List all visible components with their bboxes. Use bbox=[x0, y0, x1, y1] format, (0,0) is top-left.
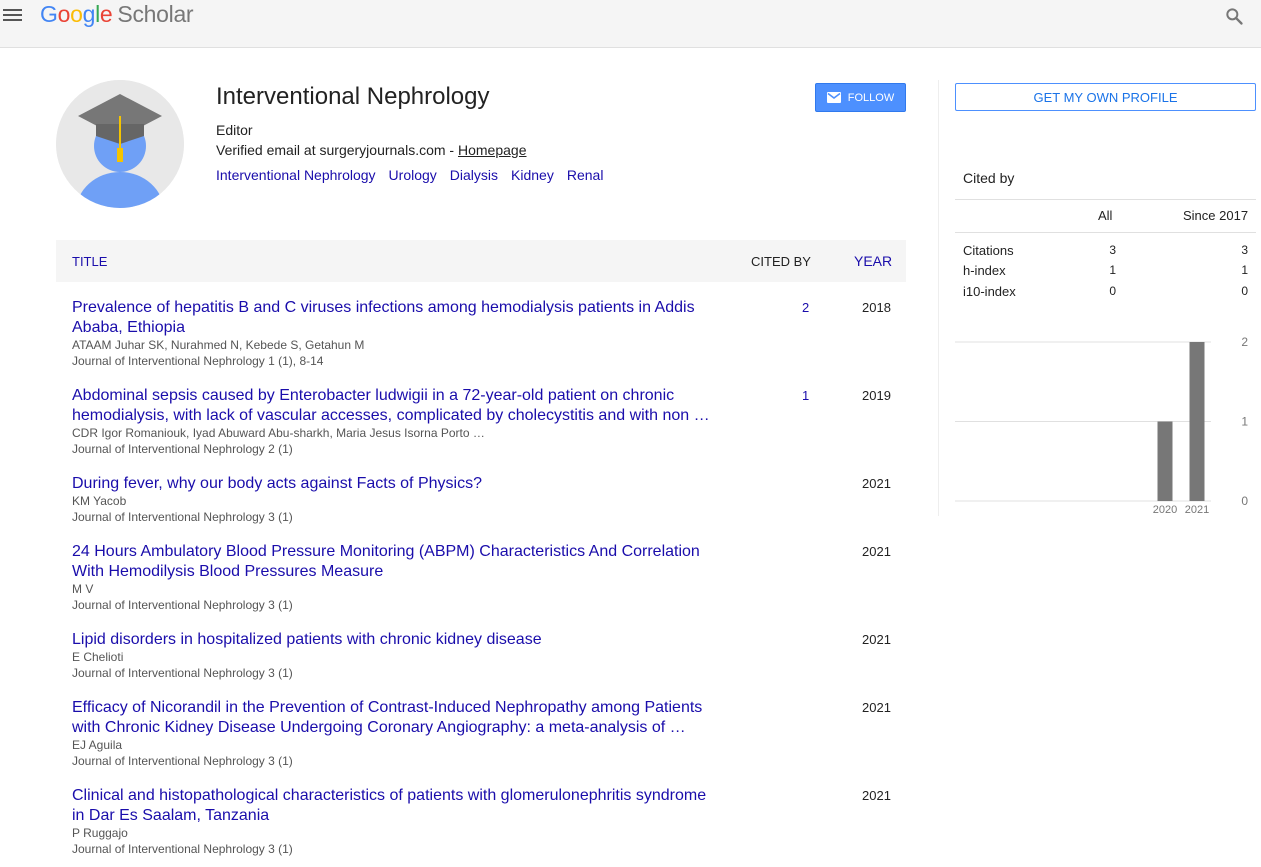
research-interests: Interventional Nephrology Urology Dialysis… bbox=[216, 167, 616, 183]
google-scholar-logo[interactable]: Google Scholar bbox=[40, 1, 194, 28]
article-venue: Journal of Interventional Nephrology 2 (… bbox=[72, 442, 293, 456]
article-year: 2021 bbox=[862, 544, 891, 559]
graduate-avatar-icon bbox=[56, 80, 184, 208]
article-title-link[interactable]: Clinical and histopathological character… bbox=[72, 786, 722, 826]
chart-y-tick-label: 0 bbox=[1241, 494, 1248, 508]
verified-email-text: Verified email at surgeryjournals.com - bbox=[216, 142, 458, 158]
stat-label-i10-index[interactable]: i10-index bbox=[963, 284, 1016, 299]
sort-by-cited[interactable]: CITED BY bbox=[751, 254, 811, 269]
logo-letter: o bbox=[70, 1, 83, 27]
article-authors: CDR Igor Romaniouk, Iyad Abuward Abu-sha… bbox=[72, 426, 485, 440]
sort-by-title[interactable]: TITLE bbox=[72, 254, 107, 269]
article-title-link[interactable]: Prevalence of hepatitis B and C viruses … bbox=[72, 298, 722, 338]
chart-y-tick-label: 2 bbox=[1241, 335, 1248, 349]
stats-col-since: Since 2017 bbox=[1183, 208, 1249, 223]
follow-label: Follow bbox=[847, 91, 895, 104]
follow-button[interactable]: Follow bbox=[815, 83, 906, 112]
chart-x-tick-label: 2021 bbox=[1185, 504, 1209, 516]
stat-since-citations: 3 bbox=[1241, 243, 1248, 257]
article-authors: EJ Aguila bbox=[72, 738, 123, 752]
sort-by-year[interactable]: YEAR bbox=[854, 253, 892, 269]
article-authors: M V bbox=[72, 582, 94, 596]
article-year: 2021 bbox=[862, 700, 891, 715]
article-authors: E Chelioti bbox=[72, 650, 124, 664]
top-bar: Google Scholar bbox=[0, 0, 1261, 48]
chart-x-tick-label: 2020 bbox=[1153, 504, 1177, 516]
stat-all-i10-index: 0 bbox=[1109, 284, 1116, 298]
cited-by-count[interactable]: 2 bbox=[802, 300, 809, 315]
articles-table-header: TITLE CITED BY YEAR bbox=[56, 240, 906, 282]
envelope-icon bbox=[826, 92, 841, 103]
logo-scholar-text: Scholar bbox=[117, 1, 194, 27]
article-authors: KM Yacob bbox=[72, 494, 127, 508]
chart-bar-2020[interactable] bbox=[1157, 421, 1173, 502]
avatar bbox=[56, 80, 184, 208]
article-year: 2021 bbox=[862, 476, 891, 491]
article-authors: P Ruggajo bbox=[72, 826, 128, 840]
article-title-link[interactable]: Abdominal sepsis caused by Enterobacter … bbox=[72, 386, 722, 426]
hamburger-menu-icon[interactable] bbox=[3, 7, 25, 25]
stat-since-h-index: 1 bbox=[1241, 263, 1248, 277]
article-year: 2019 bbox=[862, 388, 891, 403]
interest-link[interactable]: Urology bbox=[389, 167, 437, 183]
interest-link[interactable]: Interventional Nephrology bbox=[216, 167, 376, 183]
logo-letter: G bbox=[40, 1, 58, 27]
stat-label-h-index[interactable]: h-index bbox=[963, 263, 1006, 278]
cited-by-count[interactable]: 1 bbox=[802, 388, 809, 403]
interest-link[interactable]: Renal bbox=[567, 167, 604, 183]
article-title-link[interactable]: 24 Hours Ambulatory Blood Pressure Monit… bbox=[72, 542, 722, 582]
chart-y-tick-label: 1 bbox=[1241, 415, 1248, 429]
article-year: 2021 bbox=[862, 632, 891, 647]
article-venue: Journal of Interventional Nephrology 3 (… bbox=[72, 754, 293, 768]
interest-link[interactable]: Dialysis bbox=[450, 167, 498, 183]
profile-affiliation: Editor bbox=[216, 122, 253, 138]
panel-divider bbox=[938, 80, 939, 516]
logo-letter: e bbox=[99, 1, 113, 27]
article-year: 2018 bbox=[862, 300, 891, 315]
article-title-link[interactable]: During fever, why our body acts against … bbox=[72, 474, 722, 494]
article-venue: Journal of Interventional Nephrology 3 (… bbox=[72, 666, 293, 680]
article-title-link[interactable]: Lipid disorders in hospitalized patients… bbox=[72, 630, 722, 650]
article-venue: Journal of Interventional Nephrology 1 (… bbox=[72, 354, 324, 368]
stat-since-i10-index: 0 bbox=[1241, 284, 1248, 298]
stats-col-all: All bbox=[1098, 208, 1113, 223]
homepage-link[interactable]: Homepage bbox=[458, 142, 527, 158]
profile-email: Verified email at surgeryjournals.com - … bbox=[216, 142, 527, 158]
divider bbox=[955, 199, 1256, 200]
get-my-own-profile-button[interactable]: GET MY OWN PROFILE bbox=[955, 83, 1256, 111]
cited-by-heading: Cited by bbox=[963, 170, 1015, 186]
chart-bar-2021[interactable] bbox=[1189, 342, 1205, 501]
logo-letter: o bbox=[57, 1, 71, 27]
search-icon[interactable] bbox=[1224, 6, 1244, 26]
divider bbox=[955, 232, 1256, 233]
article-authors: ATAAM Juhar SK, Nurahmed N, Kebede S, Ge… bbox=[72, 338, 365, 352]
article-venue: Journal of Interventional Nephrology 3 (… bbox=[72, 598, 293, 612]
citations-per-year-chart: 0 1 2 2020 2021 bbox=[955, 335, 1248, 516]
stat-all-h-index: 1 bbox=[1109, 263, 1116, 277]
stat-label-citations[interactable]: Citations bbox=[963, 243, 1014, 258]
interest-link[interactable]: Kidney bbox=[511, 167, 554, 183]
article-venue: Journal of Interventional Nephrology 3 (… bbox=[72, 842, 293, 856]
logo-letter: g bbox=[82, 1, 96, 27]
article-venue: Journal of Interventional Nephrology 3 (… bbox=[72, 510, 293, 524]
article-year: 2021 bbox=[862, 788, 891, 803]
article-title-link[interactable]: Efficacy of Nicorandil in the Prevention… bbox=[72, 698, 722, 738]
profile-name: Interventional Nephrology bbox=[216, 83, 490, 110]
stat-all-citations: 3 bbox=[1109, 243, 1116, 257]
